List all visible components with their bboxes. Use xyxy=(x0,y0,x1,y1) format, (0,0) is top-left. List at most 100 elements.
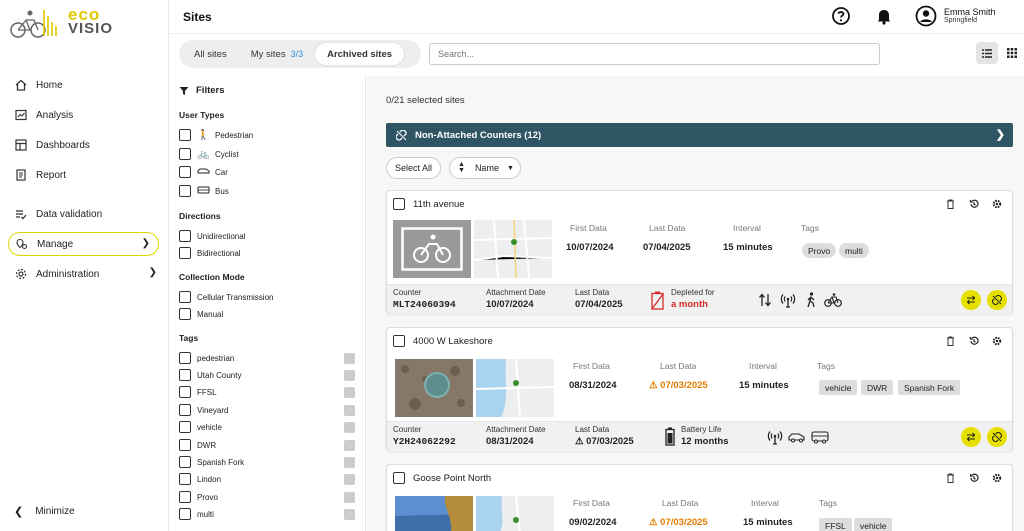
user-types-heading: User Types xyxy=(179,110,225,120)
filter-cyclist[interactable]: 🚲 Cyclist xyxy=(179,147,355,161)
filter-label: Cellular Transmission xyxy=(197,292,274,302)
filter-pedestrian[interactable]: 🚶 Pedestrian xyxy=(179,128,355,142)
checkbox[interactable] xyxy=(179,129,191,141)
checkbox[interactable] xyxy=(179,439,191,451)
filter-bus[interactable]: Bus xyxy=(179,184,355,198)
checkbox[interactable] xyxy=(179,247,191,259)
minimize-button[interactable]: ❮ Minimize xyxy=(14,505,75,518)
settings-icon[interactable] xyxy=(991,335,1002,346)
checkbox[interactable] xyxy=(179,473,191,485)
history-icon[interactable] xyxy=(968,472,979,483)
chevron-right-icon: ❯ xyxy=(141,238,150,249)
tab-all-sites[interactable]: All sites xyxy=(182,43,239,65)
site-photo[interactable] xyxy=(395,359,473,417)
tab-archived-sites[interactable]: Archived sites xyxy=(315,43,405,65)
checkbox[interactable] xyxy=(179,421,191,433)
nav-analysis[interactable]: Analysis xyxy=(0,100,169,130)
gravel-photo-image xyxy=(395,359,473,417)
tag-chip: FFSL xyxy=(819,518,852,531)
tag-color-swatch xyxy=(344,491,355,503)
nav-administration[interactable]: Administration ❯ xyxy=(0,259,169,289)
filter-tag[interactable]: DWR xyxy=(179,438,355,452)
trash-icon[interactable] xyxy=(945,472,956,483)
filter-label: Utah County xyxy=(197,370,242,380)
tag-chip: vehicle xyxy=(819,380,858,395)
filter-tag[interactable]: vehicle xyxy=(179,420,355,434)
filter-tag[interactable]: Spanish Fork xyxy=(179,455,355,469)
site-checkbox[interactable] xyxy=(393,472,405,484)
swap-icon xyxy=(966,432,976,442)
filter-manual[interactable]: Manual xyxy=(179,307,355,321)
settings-icon[interactable] xyxy=(991,198,1002,209)
attachment-date-value: 10/07/2024 xyxy=(486,299,534,310)
help-icon[interactable] xyxy=(831,6,851,26)
checkbox[interactable] xyxy=(179,456,191,468)
select-all-button[interactable]: Select All xyxy=(386,157,442,179)
detach-counter-button[interactable] xyxy=(987,290,1007,310)
filter-tag[interactable]: Provo xyxy=(179,490,355,504)
site-map-thumbnail[interactable] xyxy=(474,220,552,278)
footer-last-data-label: Last Data xyxy=(575,288,610,297)
user-menu[interactable]: Emma Smith Springfield xyxy=(915,5,996,27)
list-view-toggle[interactable] xyxy=(976,42,998,64)
filter-bidirectional[interactable]: Bidirectional xyxy=(179,246,355,260)
checkbox[interactable] xyxy=(179,491,191,503)
filter-tag[interactable]: multi xyxy=(179,507,355,521)
site-map-thumbnail[interactable] xyxy=(476,359,554,417)
tab-my-sites[interactable]: My sites 3/3 xyxy=(239,43,315,65)
checkbox[interactable] xyxy=(179,386,191,398)
bell-icon[interactable] xyxy=(874,6,894,26)
site-checkbox[interactable] xyxy=(393,335,405,347)
filter-tag[interactable]: pedestrian xyxy=(179,351,355,365)
filter-tag[interactable]: Lindon xyxy=(179,472,355,486)
checkbox[interactable] xyxy=(179,291,191,303)
checkbox[interactable] xyxy=(179,230,191,242)
nav-dashboards-label: Dashboards xyxy=(36,139,90,151)
swap-counter-button[interactable] xyxy=(961,290,981,310)
detach-counter-button[interactable] xyxy=(987,427,1007,447)
filter-cellular[interactable]: Cellular Transmission xyxy=(179,290,355,304)
site-card[interactable]: 4000 W Lakeshore First Data 08/31/2024 L… xyxy=(386,327,1013,451)
settings-icon[interactable] xyxy=(991,472,1002,483)
checkbox[interactable] xyxy=(179,185,191,197)
filter-car[interactable]: Car xyxy=(179,165,355,179)
checkbox[interactable] xyxy=(179,508,191,520)
filter-tag[interactable]: Utah County xyxy=(179,368,355,382)
grid-icon xyxy=(1007,48,1017,58)
non-attached-counters-bar[interactable]: Non-Attached Counters (12) ❯ xyxy=(386,123,1013,147)
site-card[interactable]: Goose Point North First Data 09/02/2024 … xyxy=(386,464,1013,531)
nav-data-validation[interactable]: Data validation xyxy=(0,199,169,229)
tag-chip: DWR xyxy=(861,380,894,395)
logo-visio-text: VISIO xyxy=(68,20,114,37)
site-checkbox[interactable] xyxy=(393,198,405,210)
grid-view-toggle[interactable] xyxy=(1001,42,1023,64)
checkbox[interactable] xyxy=(179,308,191,320)
checkbox[interactable] xyxy=(179,352,191,364)
checkbox[interactable] xyxy=(179,404,191,416)
first-data-label: First Data xyxy=(573,361,610,371)
site-map-thumbnail[interactable] xyxy=(476,496,554,531)
filter-label: Unidirectional xyxy=(197,231,246,241)
filter-unidirectional[interactable]: Unidirectional xyxy=(179,229,355,243)
nav-home[interactable]: Home xyxy=(0,70,169,100)
filter-tag[interactable]: FFSL xyxy=(179,385,355,399)
checkbox[interactable] xyxy=(179,369,191,381)
site-card[interactable]: 11th avenue First Data 10/07/2024 Last D… xyxy=(386,190,1013,314)
checkbox[interactable] xyxy=(179,166,191,178)
history-icon[interactable] xyxy=(968,335,979,346)
checkbox[interactable] xyxy=(179,148,191,160)
trash-icon[interactable] xyxy=(945,335,956,346)
nav-report[interactable]: Report xyxy=(0,160,169,190)
nav-dashboards[interactable]: Dashboards xyxy=(0,130,169,160)
history-icon[interactable] xyxy=(968,198,979,209)
trash-icon[interactable] xyxy=(945,198,956,209)
site-photo[interactable] xyxy=(395,496,473,531)
site-photo-placeholder[interactable] xyxy=(393,220,471,278)
nav-manage[interactable]: Manage ❯ xyxy=(8,232,159,256)
filter-tag[interactable]: Vineyard xyxy=(179,403,355,417)
swap-counter-button[interactable] xyxy=(961,427,981,447)
eco-visio-logo[interactable]: eco VISIO xyxy=(8,6,158,42)
search-input[interactable] xyxy=(429,43,880,65)
site-name: 4000 W Lakeshore xyxy=(413,335,493,347)
sort-select[interactable]: ▲ ▼ Name ▼ xyxy=(449,157,521,179)
